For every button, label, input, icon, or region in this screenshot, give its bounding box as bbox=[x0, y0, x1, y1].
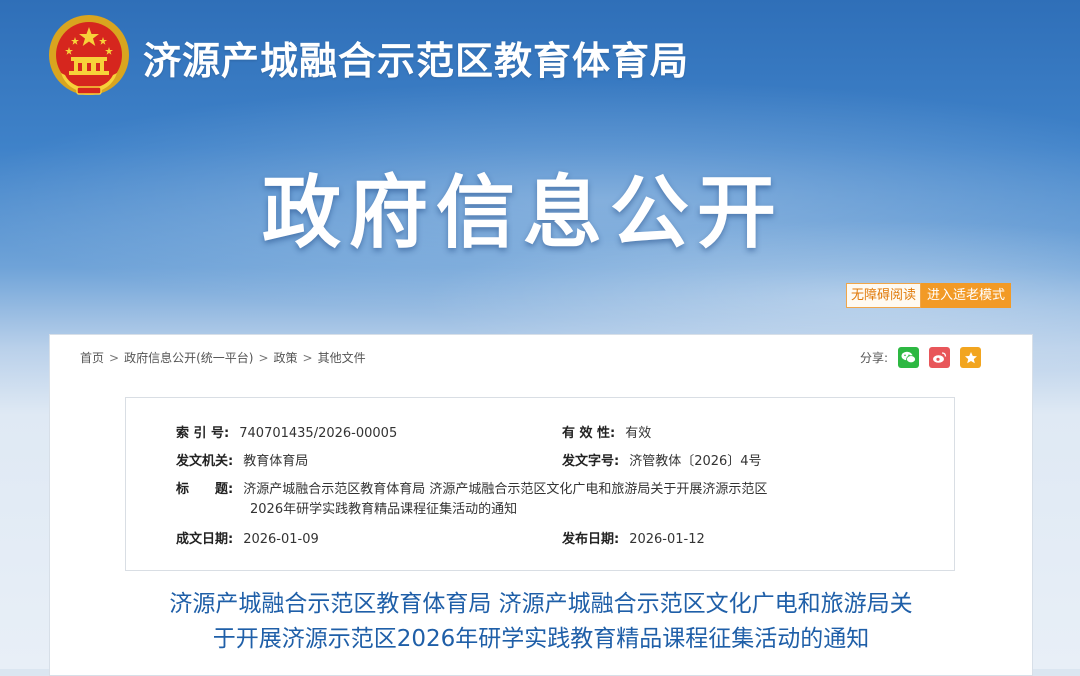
meta-title-value: 济源产城融合示范区教育体育局 济源产城融合示范区文化广电和旅游局关于开展济源示范… bbox=[243, 482, 768, 497]
wechat-icon[interactable] bbox=[898, 347, 920, 368]
meta-published-label: 发布日期: bbox=[562, 532, 620, 547]
document-metadata-table: 索 引 号: 740701435/2026-00005 有 效 性: 有效 发文机关… bbox=[125, 397, 955, 571]
breadcrumb-gov-info-link[interactable]: 政府信息公开(统一平台) bbox=[124, 351, 253, 365]
document-title-line1: 济源产城融合示范区教育体育局 济源产城融合示范区文化广电和旅游局关 bbox=[169, 591, 913, 617]
breadcrumb-policy-link[interactable]: 政策 bbox=[274, 351, 298, 365]
breadcrumb-separator: > bbox=[109, 351, 120, 365]
meta-published-value: 2026-01-12 bbox=[629, 532, 705, 547]
meta-created-label: 成文日期: bbox=[176, 532, 234, 547]
meta-issuer-row: 发文机关: 教育体育局 bbox=[176, 450, 308, 469]
share-bar: 分享: bbox=[860, 347, 982, 368]
breadcrumb-separator: > bbox=[258, 351, 269, 365]
meta-created-row: 成文日期: 2026-01-09 bbox=[176, 528, 319, 547]
meta-validity-value: 有效 bbox=[625, 426, 652, 441]
share-label: 分享: bbox=[860, 351, 889, 365]
breadcrumb-separator: > bbox=[302, 351, 313, 365]
meta-published-row: 发布日期: 2026-01-12 bbox=[562, 528, 705, 547]
meta-doc-no-row: 发文字号: 济管教体〔2026〕4号 bbox=[562, 450, 762, 469]
meta-index-row: 索 引 号: 740701435/2026-00005 bbox=[176, 422, 397, 441]
breadcrumb-home-link[interactable]: 首页 bbox=[80, 351, 104, 365]
document-title: 济源产城融合示范区教育体育局 济源产城融合示范区文化广电和旅游局关 于开展济源示… bbox=[50, 587, 1032, 657]
site-title: 济源产城融合示范区教育体育局 bbox=[143, 39, 690, 83]
weibo-icon[interactable] bbox=[929, 347, 951, 368]
meta-title-value-line2: 2026年研学实践教育精品课程征集活动的通知 bbox=[250, 502, 518, 517]
meta-issuer-label: 发文机关: bbox=[176, 454, 234, 469]
meta-validity-label: 有 效 性: bbox=[562, 426, 616, 441]
meta-index-label: 索 引 号: bbox=[176, 426, 230, 441]
meta-doc-no-label: 发文字号: bbox=[562, 454, 620, 469]
meta-index-value: 740701435/2026-00005 bbox=[239, 426, 398, 441]
document-title-line2: 于开展济源示范区2026年研学实践教育精品课程征集活动的通知 bbox=[212, 626, 870, 652]
breadcrumb-other-files-link[interactable]: 其他文件 bbox=[318, 351, 366, 365]
accessibility-bar: 无障碍阅读 进入适老模式 bbox=[846, 283, 1012, 308]
page-title: 政府信息公开 bbox=[262, 167, 784, 259]
breadcrumb: 首页 > 政府信息公开(统一平台) > 政策 > 其他文件 bbox=[80, 349, 366, 366]
national-emblem-icon[interactable] bbox=[47, 13, 131, 99]
meta-title-row: 标 题: 济源产城融合示范区教育体育局 济源产城融合示范区文化广电和旅游局关于开展… bbox=[176, 478, 767, 497]
elder-mode-button[interactable]: 进入适老模式 bbox=[921, 283, 1012, 308]
meta-created-value: 2026-01-09 bbox=[243, 532, 319, 547]
meta-validity-row: 有 效 性: 有效 bbox=[562, 422, 651, 441]
meta-doc-no-value: 济管教体〔2026〕4号 bbox=[629, 454, 762, 469]
meta-title-row-continued: 2026年研学实践教育精品课程征集活动的通知 bbox=[250, 498, 517, 517]
favorite-icon[interactable] bbox=[960, 347, 982, 368]
content-panel: 首页 > 政府信息公开(统一平台) > 政策 > 其他文件 分享: 索 引 号:… bbox=[49, 334, 1033, 676]
meta-title-label: 标 题: bbox=[176, 482, 234, 497]
meta-issuer-value: 教育体育局 bbox=[243, 454, 309, 469]
barrier-free-button[interactable]: 无障碍阅读 bbox=[846, 283, 922, 308]
